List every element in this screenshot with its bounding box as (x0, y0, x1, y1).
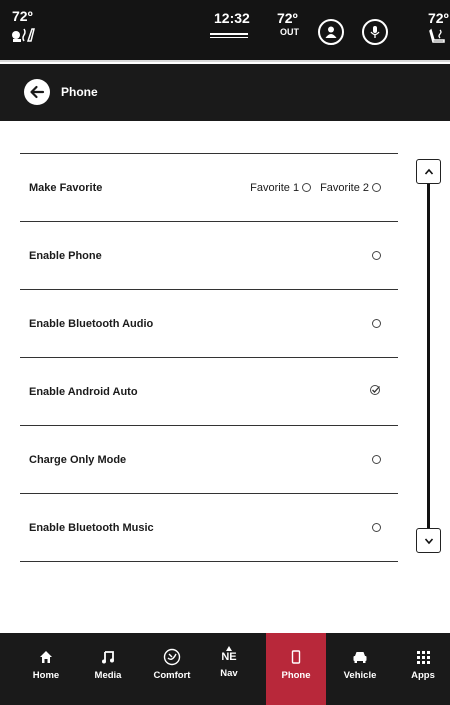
clock-underline (210, 37, 248, 38)
nav-home[interactable]: Home (21, 633, 71, 705)
charge-only-mode-toggle[interactable] (372, 455, 381, 464)
driver-temperature[interactable]: 72º (12, 8, 33, 24)
nav-nav-label: Nav (220, 668, 238, 679)
chevron-down-icon (424, 537, 433, 544)
nav-phone[interactable]: Phone (266, 633, 326, 705)
favorite-1-radio[interactable] (302, 183, 312, 192)
enable-android-auto-row[interactable]: Enable Android Auto (20, 358, 398, 425)
nav-vehicle[interactable]: Vehicle (336, 633, 384, 705)
phone-icon (291, 650, 301, 664)
check-icon[interactable] (369, 384, 381, 396)
nav-home-label: Home (32, 670, 60, 681)
enable-bluetooth-audio-row[interactable]: Enable Bluetooth Audio (20, 290, 398, 357)
nav-comfort-label: Comfort (153, 670, 191, 681)
nav-phone-label: Phone (281, 670, 311, 681)
status-bar: 72º 12:32 72º OUT 72º (0, 0, 450, 62)
make-favorite-label: Make Favorite (29, 181, 103, 194)
enable-phone-label: Enable Phone (29, 249, 102, 262)
scrollbar-track[interactable] (427, 183, 430, 528)
favorite-2-label[interactable]: Favorite 2 (320, 182, 369, 194)
scroll-down-button[interactable] (416, 528, 441, 553)
enable-phone-toggle[interactable] (372, 251, 381, 260)
favorite-options: Favorite 1 Favorite 2 (250, 154, 381, 221)
enable-android-auto-label: Enable Android Auto (29, 385, 138, 398)
nav-heading: NE (221, 650, 237, 663)
nav-apps-label: Apps (411, 670, 435, 681)
enable-bluetooth-audio-label: Enable Bluetooth Audio (29, 317, 154, 330)
back-arrow-icon (30, 85, 45, 99)
nav-comfort[interactable]: Comfort (144, 633, 200, 705)
heated-seat-icon[interactable] (11, 25, 37, 43)
outside-temperature: 72º (277, 10, 298, 26)
charge-only-mode-row[interactable]: Charge Only Mode (20, 426, 398, 493)
enable-bluetooth-music-row[interactable]: Enable Bluetooth Music (20, 494, 398, 561)
profile-button[interactable] (318, 19, 344, 45)
nav-nav[interactable]: NE Nav (208, 633, 250, 705)
nav-media-label: Media (94, 670, 122, 681)
make-favorite-row: Make Favorite Favorite 1 Favorite 2 (20, 154, 398, 221)
page-header: Phone (0, 64, 450, 121)
clock-underline (210, 33, 248, 35)
outside-label: OUT (280, 27, 299, 37)
scroll-up-button[interactable] (416, 159, 441, 184)
divider (20, 561, 398, 562)
back-button[interactable] (24, 79, 50, 105)
nav-media[interactable]: Media (84, 633, 132, 705)
nav-apps[interactable]: Apps (403, 633, 443, 705)
clock: 12:32 (214, 10, 250, 26)
passenger-temperature[interactable]: 72º (428, 10, 449, 26)
favorite-1-label[interactable]: Favorite 1 (250, 182, 299, 194)
car-icon (353, 652, 367, 663)
enable-bluetooth-music-toggle[interactable] (372, 523, 381, 532)
settings-list: Make Favorite Favorite 1 Favorite 2 Enab… (0, 121, 450, 633)
music-note-icon (102, 651, 114, 664)
enable-phone-row[interactable]: Enable Phone (20, 222, 398, 289)
profile-icon (325, 26, 337, 38)
charge-only-mode-label: Charge Only Mode (29, 453, 127, 466)
bottom-navigation: Home Media Comfort NE Nav Phone Vehicle … (0, 633, 450, 705)
heated-seat-passenger-icon[interactable] (428, 28, 450, 44)
page-title: Phone (61, 85, 98, 99)
nav-vehicle-label: Vehicle (343, 670, 377, 681)
voice-button[interactable] (362, 19, 388, 45)
favorite-2-radio[interactable] (372, 183, 381, 192)
voice-mic-icon (370, 26, 380, 38)
comfort-icon (163, 648, 181, 666)
home-icon (40, 651, 52, 663)
apps-grid-icon (416, 650, 430, 664)
enable-bluetooth-music-label: Enable Bluetooth Music (29, 521, 154, 534)
chevron-up-icon (424, 168, 433, 175)
enable-bluetooth-audio-toggle[interactable] (372, 319, 381, 328)
